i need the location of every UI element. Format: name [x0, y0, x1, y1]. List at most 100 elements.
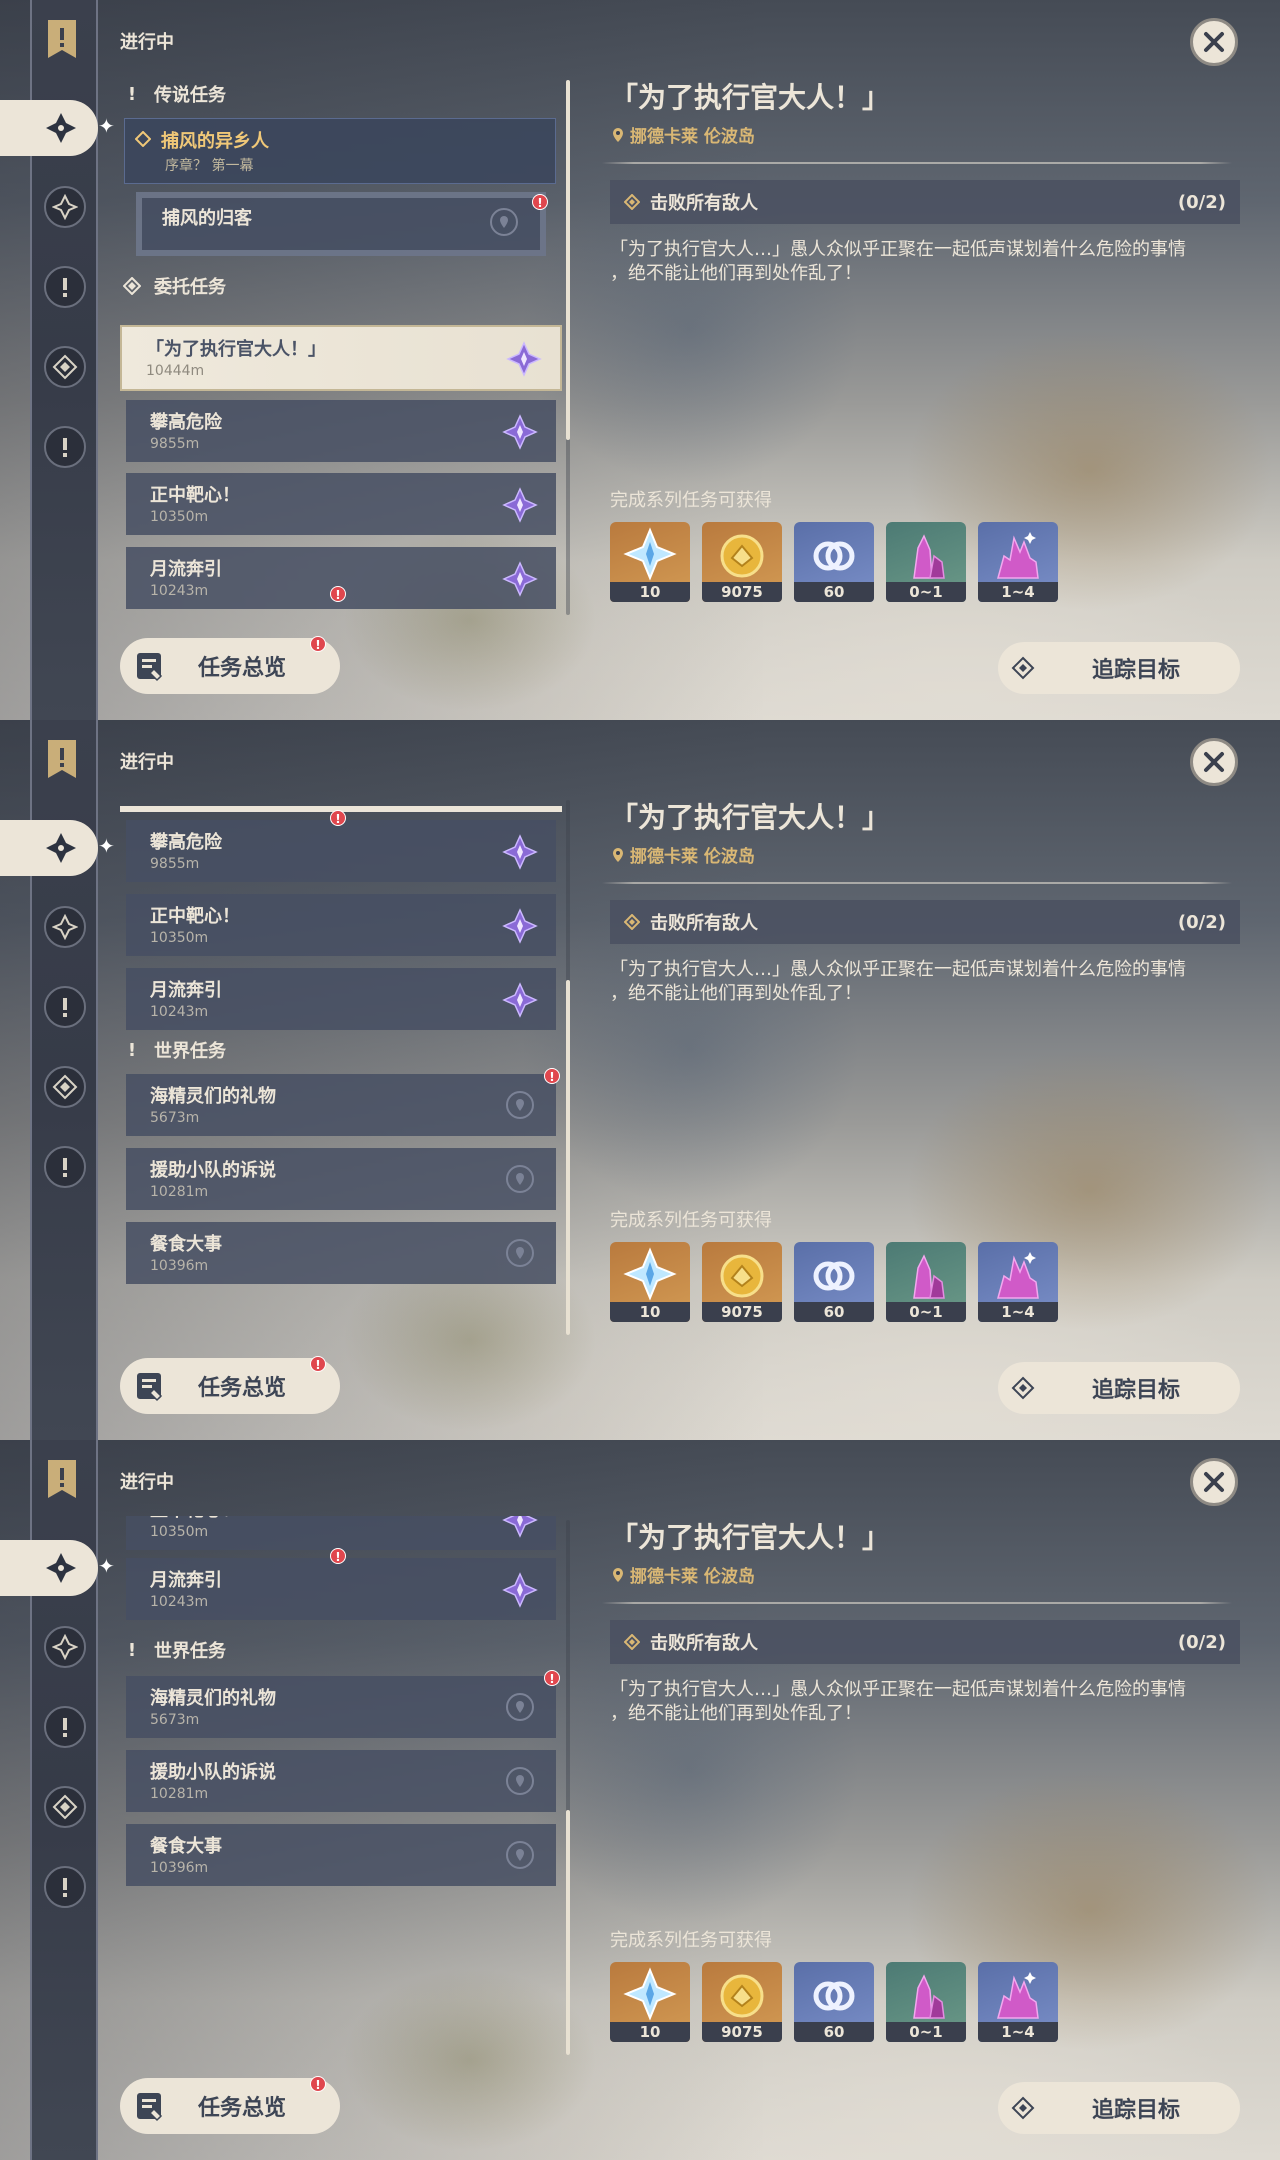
crystal-chunk-icon: [997, 1252, 1039, 1299]
quest-detail: 「为了执行官大人！」 挪德卡莱 伦波岛 击败所有敌人 (0/2) 「为了执行官大…: [600, 720, 1240, 1440]
reward-crystal-ore[interactable]: 0~1: [886, 1962, 966, 2042]
quest-title: 月流奔引: [150, 980, 222, 1001]
quest-title: 餐食大事: [150, 1836, 222, 1857]
archon-quest-icon[interactable]: [44, 1626, 86, 1668]
quest-list[interactable]: 攀高危险 9855m 正中靶心！ 10350m 月流奔引 10243m ! 世界任…: [120, 796, 564, 1336]
objective-count: (0/2): [1177, 911, 1226, 933]
crystal-chunk-icon: [997, 532, 1039, 579]
quest-description: 「为了执行官大人…」愚人众似乎正聚在一起低声谋划着什么危险的事情 ，绝不能让他们再…: [610, 959, 1186, 1004]
mora-icon: [720, 1254, 764, 1298]
quest-row-world[interactable]: 援助小队的诉说 10281m: [126, 1148, 556, 1210]
reward-crystal-ore[interactable]: 0~1: [886, 522, 966, 602]
quest-title: 餐食大事: [150, 1234, 222, 1255]
quest-row-commission[interactable]: 攀高危险 9855m: [126, 400, 556, 462]
reward-mora[interactable]: 9075: [702, 1242, 782, 1322]
quest-distance: 9855m: [150, 436, 200, 452]
reward-mora[interactable]: 9075: [702, 1962, 782, 2042]
story-quest-icon[interactable]: [44, 986, 86, 1028]
quest-overview-button[interactable]: 任务总览 !: [120, 2076, 340, 2134]
quest-book-icon: [137, 1373, 163, 1402]
quest-row-commission[interactable]: 正中靶心！ 10350m: [126, 1516, 556, 1550]
quest-row-world[interactable]: 援助小队的诉说 10281m: [126, 1750, 556, 1812]
scrollbar[interactable]: [566, 80, 570, 615]
rewards-label: 完成系列任务可获得: [610, 1210, 772, 1231]
quest-overview-button[interactable]: 任务总览 !: [120, 1356, 340, 1414]
reward-companionship-exp[interactable]: 60: [794, 1242, 874, 1322]
rail-commission-selected[interactable]: [0, 100, 98, 156]
reward-companionship-exp[interactable]: 60: [794, 1962, 874, 2042]
world-quest-diamond-icon[interactable]: [44, 346, 86, 388]
primogem-icon: [623, 527, 677, 581]
rewards-label: 完成系列任务可获得: [610, 1930, 772, 1951]
commission-star-icon: [502, 1516, 538, 1538]
commission-star-icon: [502, 561, 538, 597]
rail-commission-selected[interactable]: [0, 1540, 98, 1596]
reward-crystal-chunk[interactable]: 1~4: [978, 1242, 1058, 1322]
quest-distance: 9855m: [150, 856, 200, 872]
quest-row-commission[interactable]: 攀高危险 9855m: [126, 820, 556, 882]
story-quest-icon[interactable]: [44, 266, 86, 308]
event-quest-icon[interactable]: [44, 1146, 86, 1188]
quest-row-legend-sub[interactable]: 捕风的归客 !: [136, 192, 548, 256]
companionship-exp-icon: [813, 1981, 855, 2011]
commission-icon: [46, 1553, 76, 1583]
divider: [602, 1602, 1232, 1604]
quest-title: 海精灵们的礼物: [150, 1688, 276, 1709]
scrollbar[interactable]: [566, 800, 570, 1335]
objective-text: 击败所有敌人: [650, 913, 758, 934]
quest-distance: 10281m: [150, 1184, 209, 1200]
archon-quest-icon[interactable]: [44, 906, 86, 948]
reward-primogem[interactable]: 10: [610, 1962, 690, 2042]
quest-row-commission[interactable]: 正中靶心！ 10350m: [126, 894, 556, 956]
reward-crystal-ore[interactable]: 0~1: [886, 1242, 966, 1322]
reward-list: 10 9075 60 0~1 1~4: [610, 1962, 1058, 2042]
location-pin-icon: [613, 847, 623, 862]
commission-star-icon: [506, 341, 542, 377]
quest-title: 捕风的归客: [162, 208, 252, 229]
rewards-label: 完成系列任务可获得: [610, 490, 772, 511]
primogem-icon: [623, 1247, 677, 1301]
quest-list[interactable]: ! 传说任务 捕风的异乡人 序章？ 第一幕 捕风的归客 ! 委托任务 「为了执行官…: [120, 76, 564, 616]
quest-title: 攀高危险: [150, 832, 222, 853]
reward-crystal-chunk[interactable]: 1~4: [978, 1962, 1058, 2042]
quest-row-commission-selected[interactable]: 「为了执行官大人！」 10444m: [120, 325, 562, 391]
reward-primogem[interactable]: 10: [610, 522, 690, 602]
scroll-alert-badge: !: [330, 1548, 346, 1564]
quest-screen-1: ✦ 进行中 ! 传说任务 捕风的异乡人 序章？ 第一幕 捕风的归客 ! 委托任务 …: [0, 0, 1280, 720]
quest-row-commission[interactable]: 月流奔引 10243m: [126, 1558, 556, 1620]
quest-distance: 10444m: [146, 363, 205, 379]
rail-commission-selected[interactable]: [0, 820, 98, 876]
event-quest-icon[interactable]: [44, 426, 86, 468]
objective-diamond-icon: [624, 194, 640, 210]
quest-overview-button[interactable]: 任务总览 !: [120, 636, 340, 694]
world-quest-diamond-icon[interactable]: [44, 1066, 86, 1108]
quest-screen-2: ✦ 进行中 攀高危险 9855m 正中靶心！ 10350m 月流奔引 10243…: [0, 720, 1280, 1440]
world-quest-diamond-icon[interactable]: [44, 1786, 86, 1828]
quest-row-legend[interactable]: 捕风的异乡人 序章？ 第一幕: [124, 118, 556, 184]
quest-row-world[interactable]: 餐食大事 10396m: [126, 1824, 556, 1886]
quest-row-world[interactable]: 餐食大事 10396m: [126, 1222, 556, 1284]
overview-alert-badge: !: [310, 2076, 326, 2092]
quest-row-commission[interactable]: 正中靶心！ 10350m: [126, 473, 556, 535]
scrollbar[interactable]: [566, 1520, 570, 2055]
quest-row-world[interactable]: 海精灵们的礼物 5673m !: [126, 1068, 560, 1136]
legend-diamond-icon: [135, 131, 151, 147]
quest-distance: 10396m: [150, 1258, 209, 1274]
quest-row-world[interactable]: 海精灵们的礼物 5673m !: [126, 1670, 560, 1738]
location-pin-icon: [613, 127, 623, 142]
story-quest-icon[interactable]: [44, 1706, 86, 1748]
reward-companionship-exp[interactable]: 60: [794, 522, 874, 602]
quest-title: 援助小队的诉说: [150, 1762, 276, 1783]
commission-star-icon: [502, 414, 538, 450]
event-quest-icon[interactable]: [44, 1866, 86, 1908]
crystal-ore-icon: [913, 534, 945, 579]
quest-screen-3: ✦ 进行中 正中靶心！ 10350m 月流奔引 10243m !世界任务 海精灵…: [0, 1440, 1280, 2160]
crystal-chunk-icon: [997, 1972, 1039, 2019]
reward-primogem[interactable]: 10: [610, 1242, 690, 1322]
reward-mora[interactable]: 9075: [702, 522, 782, 602]
quest-list[interactable]: 正中靶心！ 10350m 月流奔引 10243m !世界任务 海精灵们的礼物 5…: [120, 1516, 564, 2056]
reward-crystal-chunk[interactable]: 1~4: [978, 522, 1058, 602]
mora-icon: [720, 534, 764, 578]
quest-row-commission[interactable]: 月流奔引 10243m: [126, 968, 556, 1030]
archon-quest-icon[interactable]: [44, 186, 86, 228]
